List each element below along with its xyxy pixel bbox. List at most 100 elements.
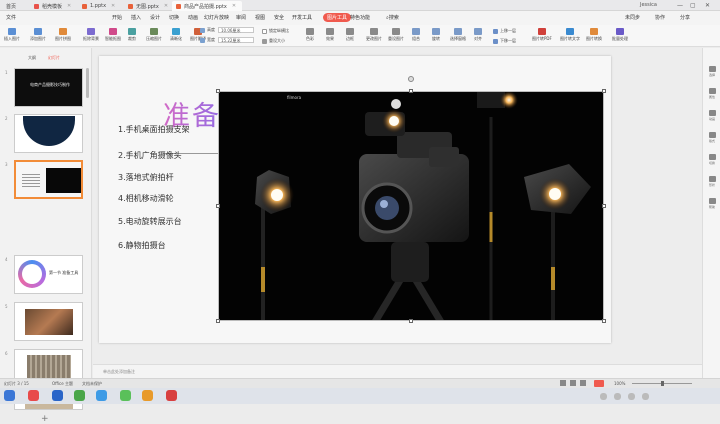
tray-icon[interactable] [600,393,607,400]
side-panel-item-1[interactable]: 属性 [706,88,718,99]
tab-home[interactable]: 首页 [2,1,28,11]
tab-close-icon[interactable]: ✕ [232,3,236,9]
resize-handle[interactable] [409,89,413,93]
maximize-icon[interactable]: ▢ [690,2,696,9]
ribbon-mid-button-3[interactable]: 更改图片 [366,28,382,42]
menu-item-9[interactable]: 开发工具 [292,14,312,21]
resize-handle[interactable] [216,204,220,208]
ribbon-button-3[interactable]: 抠除背景 [83,28,99,42]
side-panel-item-5[interactable]: 形状 [706,176,718,187]
ribbon-arrange-button-3[interactable]: 对齐 [474,28,482,42]
side-panel-item-2[interactable]: 动画 [706,110,718,121]
ribbon-mid-button-0[interactable]: 色彩 [306,28,314,42]
menu-item-6[interactable]: 审阅 [236,14,246,21]
volume-icon[interactable] [614,393,621,400]
tab-3[interactable]: 商品产品拍摄.pptx ✕ [172,1,242,11]
tab-close-icon[interactable]: ✕ [164,3,168,9]
menu-item-4[interactable]: 动画 [188,14,198,21]
menu-item-0[interactable]: 开始 [112,14,122,21]
browser-icon[interactable] [52,390,63,401]
close-icon[interactable]: ✕ [705,2,710,9]
ribbon-arrange-button-2[interactable]: 选择窗格 [450,28,466,42]
tab-2[interactable]: 无图.pptx ✕ [124,1,170,11]
resize-handle[interactable] [602,89,606,93]
sorter-view-icon[interactable] [570,380,576,386]
ribbon-mid-button-4[interactable]: 重设图片 [388,28,404,42]
height-input[interactable]: 10.06厘米 [218,27,254,33]
add-slide-icon[interactable]: + [41,414,49,424]
ribbon-button-1[interactable]: 添加图片 [30,28,46,42]
resize-handle[interactable] [602,319,606,323]
menu-right-1[interactable]: 协作 [655,14,665,21]
tab-slides[interactable]: 幻灯片 [48,55,60,61]
menu-item-5[interactable]: 幻灯片放映 [204,14,229,21]
menu-right-0[interactable]: 未同步 [625,14,640,21]
menu-item-2[interactable]: 设计 [150,14,160,21]
tab-0[interactable]: 稻壳模板 ✕ [30,1,76,11]
menu-item-7[interactable]: 视图 [255,14,265,21]
send-backward-button[interactable]: 下移一层 [493,38,516,44]
start-icon[interactable] [4,390,15,401]
ribbon-mid-button-2[interactable]: 边框 [346,28,354,42]
ribbon-button-6[interactable]: 压缩图片 [146,28,162,42]
reading-view-icon[interactable] [580,380,586,386]
slide-thumb-2[interactable] [14,114,83,153]
resize-handle[interactable] [409,319,413,323]
bring-forward-button[interactable]: 上移一层 [493,28,516,34]
play-slideshow-icon[interactable] [594,380,604,387]
doc-protect-status[interactable]: 文档未保护 [82,381,102,387]
slide-thumb-5[interactable] [14,302,83,341]
slide-thumb-4[interactable]: 第一节 准备工具 [14,255,83,294]
resize-handle[interactable] [602,204,606,208]
ime-icon[interactable] [642,393,649,400]
side-panel-item-4[interactable]: 切换 [706,154,718,165]
side-panel-item-6[interactable]: 帮助 [706,198,718,209]
ribbon-mid-button-1[interactable]: 效果 [326,28,334,42]
ribbon-arrange-button-0[interactable]: 组合 [412,28,420,42]
user-name[interactable]: Jessica [640,2,657,8]
app-icon[interactable] [142,390,153,401]
slide-list-item[interactable]: 2.手机广角摄像头 [118,150,182,161]
menu-item-1[interactable]: 插入 [131,14,141,21]
search-button[interactable]: ⌕搜索 [386,14,399,21]
ribbon-button-4[interactable]: 智能抠图 [105,28,121,42]
tab-close-icon[interactable]: ✕ [67,3,71,9]
ribbon-right-button-3[interactable]: 批量处理 [612,28,628,42]
lock-aspect-checkbox[interactable]: 锁定纵横比 [262,28,289,34]
normal-view-icon[interactable] [560,380,566,386]
resize-handle[interactable] [216,89,220,93]
menu-file[interactable]: 文件 [6,14,16,21]
slide-list-item[interactable]: 3.落地式俯拍杆 [118,172,174,183]
minimize-icon[interactable]: — [677,2,683,9]
menu-item-3[interactable]: 切换 [169,14,179,21]
ribbon-button-0[interactable]: 插入图片 [4,28,20,42]
resize-handle[interactable] [216,319,220,323]
slide-thumb-3[interactable] [14,160,83,199]
slide-list-item[interactable]: 4.相机移动滑轮 [118,193,174,204]
ribbon-right-button-0[interactable]: 图片转PDF [532,28,552,42]
current-slide[interactable]: 准备工具 1.手机桌面拍摄支架2.手机广角摄像头3.落地式俯拍杆4.相机移动滑轮… [99,56,611,343]
chrome-icon[interactable] [74,390,85,401]
side-panel-item-0[interactable]: 选择 [706,66,718,77]
ribbon-button-2[interactable]: 图片拼图 [55,28,71,42]
zoom-slider-thumb[interactable] [661,381,664,386]
slide-list-item[interactable]: 1.手机桌面拍摄支架 [118,124,190,135]
camera-equipment-photo[interactable]: filmora [218,91,604,321]
tab-close-icon[interactable]: ✕ [111,3,115,9]
zoom-level[interactable]: 100% [614,381,625,386]
tab-1[interactable]: 1.pptx ✕ [78,1,122,11]
thumb-scrollbar[interactable] [86,68,89,98]
menu-item-8[interactable]: 安全 [274,14,284,21]
side-panel-item-3[interactable]: 版式 [706,132,718,143]
wps-icon[interactable] [28,390,39,401]
slide-list-item[interactable]: 6.静物拍摄台 [118,240,166,251]
ribbon-right-button-1[interactable]: 图片转文字 [560,28,580,42]
menu-item-11[interactable]: 特色功能 [350,14,370,21]
wechat-icon[interactable] [120,390,131,401]
ribbon-right-button-2[interactable]: 图片转换 [586,28,602,42]
ribbon-arrange-button-1[interactable]: 旋转 [432,28,440,42]
slide-thumb-1[interactable]: 电商产品摄影技巧制作 [14,68,83,107]
notes-pane[interactable]: 单击此处添加备注 [93,364,702,378]
menu-right-2[interactable]: 分享 [680,14,690,21]
ribbon-button-7[interactable]: 清晰化 [170,28,182,42]
